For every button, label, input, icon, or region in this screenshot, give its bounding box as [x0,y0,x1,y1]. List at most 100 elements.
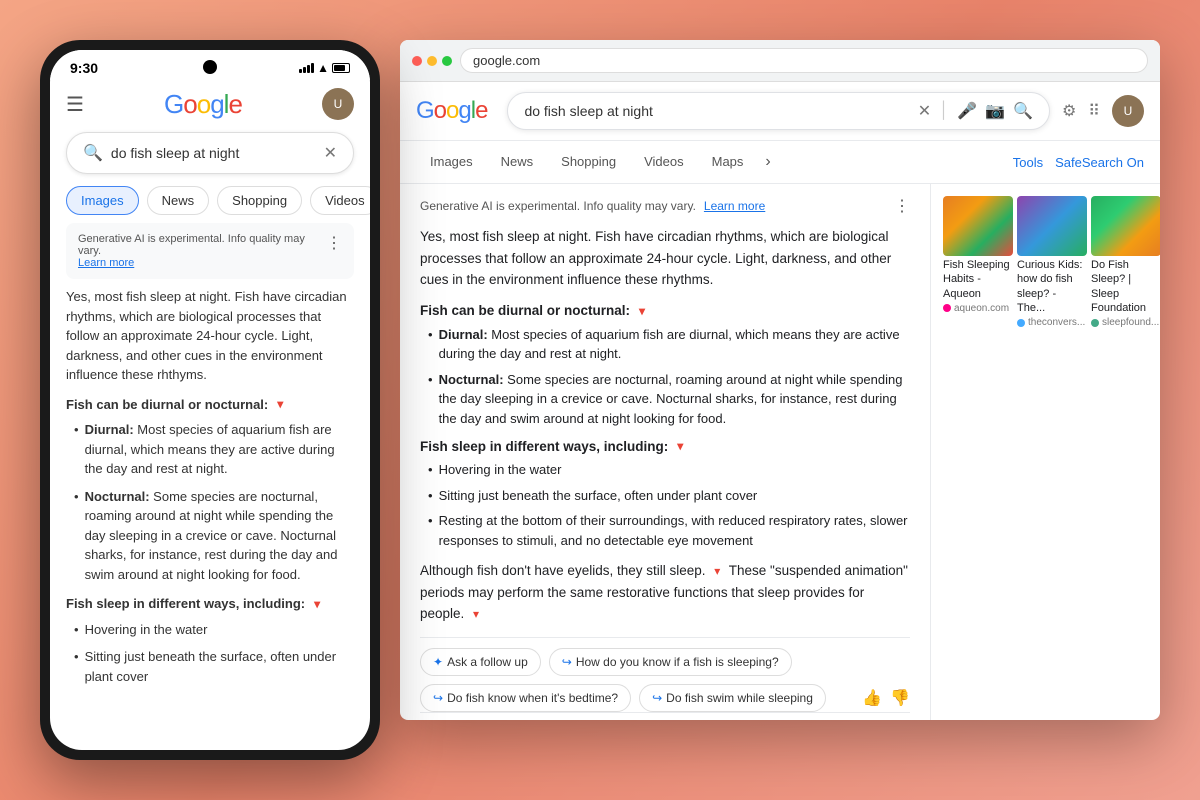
sidebar-img-fish-sleeping [943,196,1013,256]
close-button[interactable] [412,56,422,66]
section2-heading-phone: Fish sleep in different ways, including:… [66,594,354,614]
tab-shopping-phone[interactable]: Shopping [217,186,302,215]
ai-notice-text-desktop: Generative AI is experimental. Info qual… [420,199,696,213]
lte-icon: ▲ [317,61,329,75]
desktop-browser: google.com Google do fish sleep at night… [400,40,1160,720]
user-avatar-phone[interactable]: U [322,88,354,120]
tab-news-phone[interactable]: News [147,186,210,215]
bullet-hovering-phone: • Hovering in the water [74,620,354,640]
thumbs-up-button[interactable]: 👍 [862,688,882,708]
battery-icon [332,63,350,73]
sidebar-img-item-1[interactable]: Fish Sleeping Habits - Aqueon aqueon.com [943,196,1013,328]
clear-icon-desktop[interactable]: ✕ [918,101,931,121]
chevron-section2-desktop[interactable]: ▾ [672,438,688,454]
header-actions: ⚙ ⠿ U [1062,95,1144,127]
chip-ask-followup[interactable]: ✦ Ask a follow up [420,648,541,676]
clear-search-phone[interactable]: ✕ [324,143,337,163]
google-logo-desktop: Google [416,97,487,125]
google-header-desktop: Google do fish sleep at night ✕ │ 🎤 📷 🔍 … [400,82,1160,141]
safesearch-label[interactable]: SafeSearch On [1055,155,1144,170]
search-query-desktop: do fish sleep at night [524,103,909,119]
filter-tabs-phone: Images News Shopping Videos [50,182,370,223]
sidebar-img-do-fish-sleep [1091,196,1160,256]
search-icons-desktop: ✕ │ 🎤 📷 🔍 [918,101,1033,121]
minimize-button[interactable] [427,56,437,66]
search-submit-icon[interactable]: 🔍 [1013,101,1033,121]
sidebar-img-label-3: Do Fish Sleep? | Sleep Foundation [1091,258,1160,315]
tab-videos-desktop[interactable]: Videos [630,148,698,177]
more-options-phone[interactable]: ⋮ [326,233,342,253]
sidebar-images: Fish Sleeping Habits - Aqueon aqueon.com… [943,196,1148,328]
apps-icon[interactable]: ⠿ [1088,101,1100,121]
main-content: Generative AI is experimental. Info qual… [400,184,1160,720]
ai-answer-intro-phone: Yes, most fish sleep at night. Fish have… [66,287,354,385]
sidebar-img-source-3: sleepfound... [1091,317,1160,328]
tab-images-desktop[interactable]: Images [416,148,487,177]
hamburger-icon[interactable]: ☰ [66,92,84,117]
bullet-list-section1-phone: • Diurnal: Most species of aquarium fish… [66,420,354,584]
tab-images-phone[interactable]: Images [66,186,139,215]
bullet-sitting-desktop: • Sitting just beneath the surface, ofte… [428,486,910,506]
bullet-diurnal-phone: • Diurnal: Most species of aquarium fish… [74,420,354,479]
chip-swim-sleeping[interactable]: ↪ Do fish swim while sleeping [639,684,826,712]
tab-videos-phone[interactable]: Videos [310,186,370,215]
bullet-nocturnal-phone: • Nocturnal: Some species are nocturnal,… [74,487,354,585]
tab-news-desktop[interactable]: News [487,148,548,177]
chevron-down-section2-phone[interactable]: ▾ [309,596,325,612]
sidebar: Fish Sleeping Habits - Aqueon aqueon.com… [930,184,1160,720]
voice-search-icon[interactable]: 🎤 [957,101,977,121]
sidebar-img-label-2: Curious Kids: how do fish sleep? - The..… [1017,258,1087,315]
more-options-desktop[interactable]: ⋮ [894,196,910,216]
google-logo-phone: Google [164,89,242,120]
tab-shopping-desktop[interactable]: Shopping [547,148,630,177]
search-query-phone: do fish sleep at night [111,145,316,161]
bullet-list-s2-desktop: • Hovering in the water • Sitting just b… [428,460,910,550]
tools-button[interactable]: Tools [1013,155,1043,170]
search-bar-phone[interactable]: 🔍 do fish sleep at night ✕ [66,132,354,174]
phone-camera [203,60,217,74]
bullet-nocturnal-desktop: • Nocturnal: Some species are nocturnal,… [428,370,910,429]
tab-maps-desktop[interactable]: Maps [698,148,758,177]
sidebar-img-label-1: Fish Sleeping Habits - Aqueon [943,258,1013,301]
source-dot-3 [1091,319,1099,327]
sidebar-img-item-3[interactable]: Do Fish Sleep? | Sleep Foundation sleepf… [1091,196,1160,328]
chip-how-know[interactable]: ↪ How do you know if a fish is sleeping? [549,648,792,676]
bullet-list-section2-phone: • Hovering in the water • Sitting just b… [66,620,354,687]
signal-icons: ▲ [299,61,350,75]
divider-icon: │ [939,102,949,120]
search-bar-desktop[interactable]: do fish sleep at night ✕ │ 🎤 📷 🔍 [507,92,1049,130]
phone-time: 9:30 [70,60,98,76]
sidebar-img-source-1: aqueon.com [943,303,1013,314]
learn-more-link-desktop[interactable]: Learn more [704,199,765,213]
bullet-hovering-desktop: • Hovering in the water [428,460,910,480]
filter-tabs-desktop: Images News Shopping Videos Maps › Tools… [400,141,1160,184]
section1-heading-phone: Fish can be diurnal or nocturnal: ▾ [66,395,354,415]
sidebar-img-curious-kids [1017,196,1087,256]
arrow-icon-3: ↪ [652,691,662,705]
phone-device: 9:30 ▲ ☰ Googl [40,40,380,760]
address-bar[interactable]: google.com [460,48,1148,73]
chip-bedtime[interactable]: ↪ Do fish know when it's bedtime? [420,684,631,712]
ai-notice-phone: Generative AI is experimental. Info qual… [66,223,354,279]
more-tabs-icon[interactable]: › [757,147,778,177]
lens-icon[interactable]: 📷 [985,101,1005,121]
ai-answer-section3-desktop: Although fish don't have eyelids, they s… [420,560,910,625]
chevron-down-section1-phone[interactable]: ▾ [272,396,288,412]
arrow-icon-2: ↪ [433,691,443,705]
signal-bar-icon [299,63,314,73]
source-dot-2 [1017,319,1025,327]
maximize-button[interactable] [442,56,452,66]
user-avatar-desktop[interactable]: U [1112,95,1144,127]
chevron-section1-desktop[interactable]: ▾ [634,303,650,319]
settings-icon[interactable]: ⚙ [1062,101,1076,121]
chevron-section3-desktop[interactable]: ▾ [709,564,725,580]
sidebar-img-source-2: theconvers... [1017,317,1087,328]
thumbs-down-button[interactable]: 👎 [890,688,910,708]
section1-heading-desktop: Fish can be diurnal or nocturnal: ▾ [420,303,910,319]
phone-header: ☰ Google U [50,80,370,128]
chevron-section3b-desktop[interactable]: ▾ [468,607,484,623]
thumbs-area: 👍 👎 [862,684,910,712]
follow-up-chips: ✦ Ask a follow up ↪ How do you know if a… [420,637,910,712]
sidebar-img-item-2[interactable]: Curious Kids: how do fish sleep? - The..… [1017,196,1087,328]
learn-more-link-phone[interactable]: Learn more [78,257,134,269]
